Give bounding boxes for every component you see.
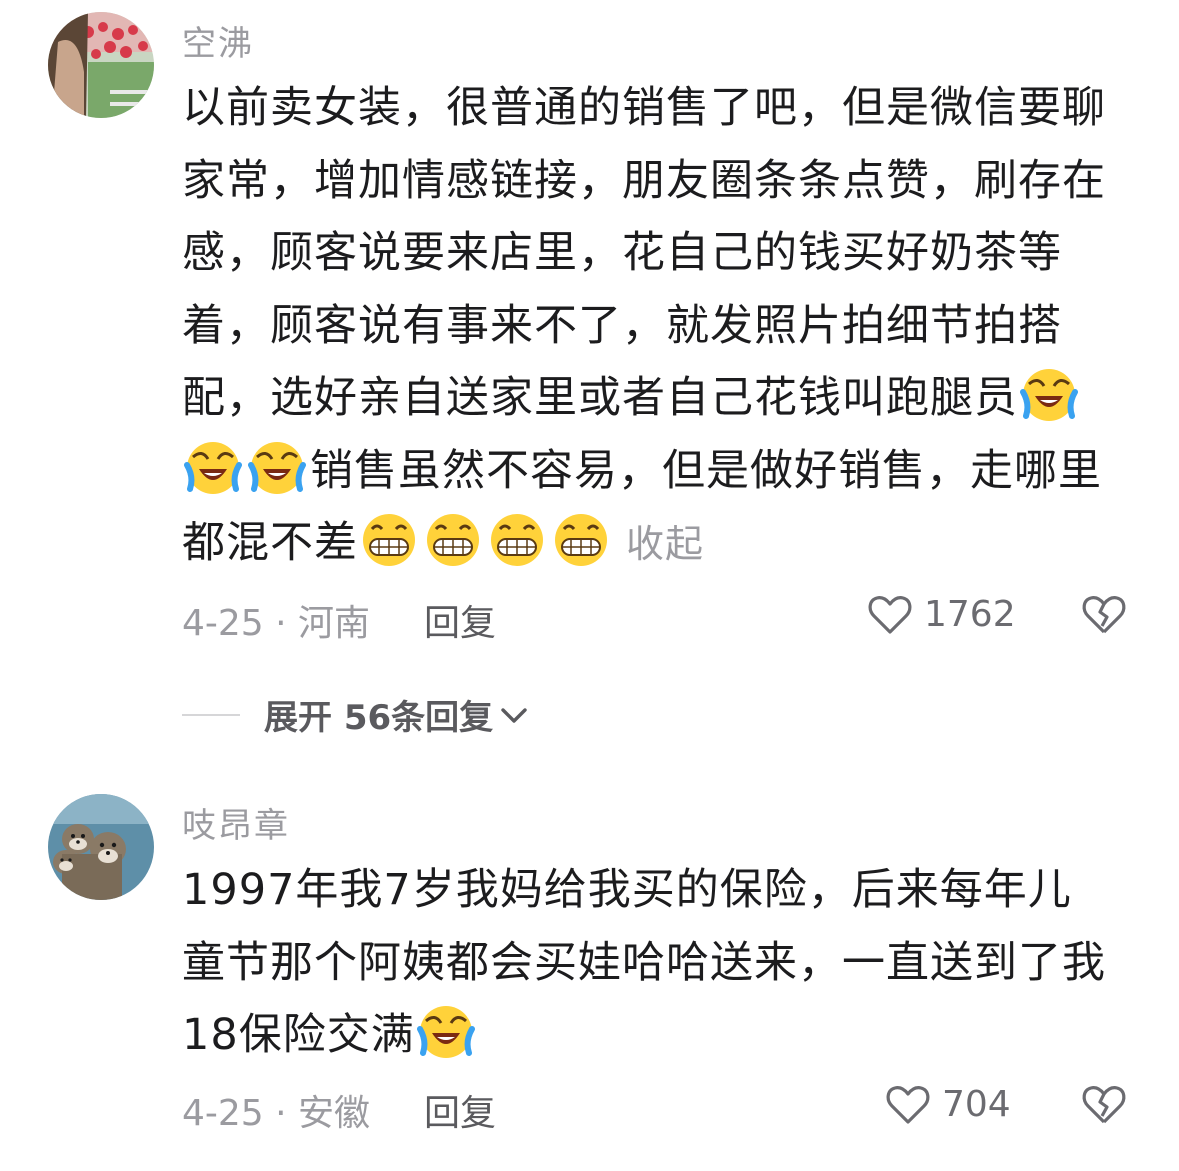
- chevron-down-icon[interactable]: [497, 698, 531, 732]
- reply-button[interactable]: 回复: [424, 594, 496, 646]
- comment-date-location: 4-25 · 安徽: [182, 1093, 371, 1134]
- like-button[interactable]: 1762: [866, 590, 1016, 638]
- comment-date-location: 4-25 · 河南: [182, 603, 371, 644]
- username[interactable]: 吱昂章: [182, 798, 290, 847]
- user-avatar[interactable]: [48, 794, 154, 900]
- broken-heart-icon: [1082, 1086, 1126, 1124]
- laugh-cry-emoji: [248, 439, 306, 497]
- collapse-button[interactable]: 收起: [626, 522, 704, 566]
- username[interactable]: 空沸: [182, 16, 254, 65]
- user-avatar[interactable]: [48, 12, 154, 118]
- laugh-cry-emoji: [416, 1003, 475, 1061]
- avatar-tulip-image: [48, 12, 154, 118]
- avatar-otters-image: [48, 794, 154, 900]
- broken-heart-icon: [1082, 596, 1126, 634]
- grin-emoji: [424, 511, 482, 569]
- grin-emoji: [360, 511, 418, 569]
- comment-text: 1997年我7岁我妈给我买的保险，后来每年儿童节那个阿姨都会买娃哈哈送来，一直送…: [182, 854, 1112, 1072]
- like-button[interactable]: 704: [884, 1080, 1011, 1128]
- laugh-cry-emoji: [184, 439, 242, 497]
- heart-icon: [886, 1086, 930, 1124]
- like-count: 1762: [924, 593, 1016, 635]
- dislike-button[interactable]: [1080, 590, 1128, 642]
- heart-icon: [868, 596, 912, 634]
- dislike-button[interactable]: [1080, 1080, 1128, 1132]
- comment-text: 以前卖女装，很普通的销售了吧，但是微信要聊家常，增加情感链接，朋友圈条条点赞，刷…: [182, 72, 1112, 581]
- like-count: 704: [942, 1083, 1011, 1125]
- reply-button[interactable]: 回复: [424, 1084, 496, 1136]
- expand-replies-button[interactable]: 展开 56条回复: [264, 690, 493, 739]
- divider-line: [182, 713, 240, 716]
- laugh-cry-emoji: [1020, 366, 1078, 424]
- grin-emoji: [488, 511, 546, 569]
- comment-text-part: 1997年我7岁我妈给我买的保险，后来每年儿童节那个阿姨都会买娃哈哈送来，一直送…: [182, 865, 1106, 1060]
- grin-emoji: [552, 511, 610, 569]
- comment-text-part: 以前卖女装，很普通的销售了吧，但是微信要聊家常，增加情感链接，朋友圈条条点赞，刷…: [182, 83, 1106, 423]
- expand-replies-row[interactable]: 展开 56条回复: [182, 690, 531, 739]
